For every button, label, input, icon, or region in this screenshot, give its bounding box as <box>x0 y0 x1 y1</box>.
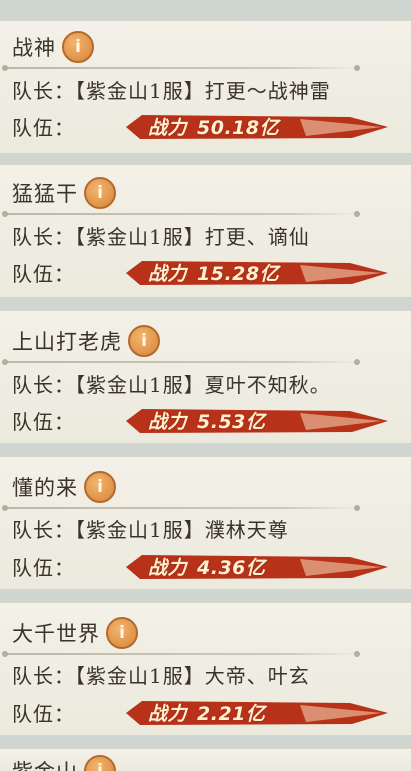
captain-line: 队长：【紫金山1服】濮林天尊 <box>12 514 289 543</box>
captain-name: 【紫金山1服】大帝、叶玄 <box>75 664 310 688</box>
power-bar: 战力 5.53亿 <box>120 405 390 437</box>
team-card[interactable]: 上山打老虎 i 队长：【紫金山1服】夏叶不知秋。 队伍： 战力 5.53亿 <box>0 310 411 443</box>
info-icon[interactable]: i <box>106 617 138 649</box>
power-value-text: 战力 2.21亿 <box>148 699 265 726</box>
divider <box>2 651 360 657</box>
team-card[interactable]: 紫金山 i <box>0 748 411 771</box>
info-icon[interactable]: i <box>62 31 94 63</box>
captain-line: 队长：【紫金山1服】夏叶不知秋。 <box>12 369 331 398</box>
info-icon[interactable]: i <box>128 325 160 357</box>
team-name-row: 猛猛干 i <box>12 175 116 211</box>
team-label: 队伍： <box>12 410 75 434</box>
captain-name: 【紫金山1服】夏叶不知秋。 <box>75 373 331 397</box>
team-label: 队伍： <box>12 556 75 580</box>
captain-name: 【紫金山1服】打更～战神雷 <box>75 79 331 103</box>
team-name-row: 大千世界 i <box>12 615 138 651</box>
team-card[interactable]: 大千世界 i 队长：【紫金山1服】大帝、叶玄 队伍： 战力 2.21亿 <box>0 602 411 735</box>
power-value: 15.28亿 <box>197 263 280 285</box>
power-bar: 战力 50.18亿 <box>120 111 390 143</box>
power-label: 战力 <box>148 117 188 139</box>
team-card[interactable]: 猛猛干 i 队长：【紫金山1服】打更、谪仙 队伍： 战力 15.28亿 <box>0 164 411 297</box>
captain-name: 【紫金山1服】濮林天尊 <box>75 518 289 542</box>
team-label: 队伍： <box>12 116 75 140</box>
divider <box>2 65 360 71</box>
team-label: 队伍： <box>12 702 75 726</box>
power-value: 50.18亿 <box>197 117 280 139</box>
info-icon[interactable]: i <box>84 471 116 503</box>
power-label: 战力 <box>148 263 188 285</box>
team-card[interactable]: 懂的来 i 队长：【紫金山1服】濮林天尊 队伍： 战力 4.36亿 <box>0 456 411 589</box>
team-name: 猛猛干 <box>12 182 78 206</box>
power-bar: 战力 2.21亿 <box>120 697 390 729</box>
captain-label: 队长： <box>12 373 75 397</box>
team-name-row: 上山打老虎 i <box>12 323 160 359</box>
captain-line: 队长：【紫金山1服】打更、谪仙 <box>12 221 310 250</box>
power-value-text: 战力 5.53亿 <box>148 407 265 434</box>
captain-line: 队长：【紫金山1服】大帝、叶玄 <box>12 660 310 689</box>
power-bar: 战力 4.36亿 <box>120 551 390 583</box>
divider <box>2 359 360 365</box>
power-value-text: 战力 15.28亿 <box>148 259 279 286</box>
captain-label: 队长： <box>12 518 75 542</box>
power-label: 战力 <box>148 411 188 433</box>
power-value-text: 战力 50.18亿 <box>148 113 279 140</box>
power-label: 战力 <box>148 703 188 725</box>
info-icon[interactable]: i <box>84 755 116 771</box>
team-name-row: 战神 i <box>12 29 94 65</box>
team-name: 上山打老虎 <box>12 330 122 354</box>
power-value-text: 战力 4.36亿 <box>148 553 265 580</box>
team-name: 紫金山 <box>12 756 78 771</box>
team-label: 队伍： <box>12 262 75 286</box>
team-name: 战神 <box>12 36 56 60</box>
team-card[interactable]: 战神 i 队长：【紫金山1服】打更～战神雷 队伍： 战力 50.18亿 <box>0 20 411 153</box>
captain-name: 【紫金山1服】打更、谪仙 <box>75 225 310 249</box>
top-strip <box>0 0 411 20</box>
power-value: 4.36亿 <box>197 557 266 579</box>
info-icon[interactable]: i <box>84 177 116 209</box>
divider <box>2 211 360 217</box>
power-label: 战力 <box>148 557 188 579</box>
team-name-row: 懂的来 i <box>12 469 116 505</box>
team-name: 懂的来 <box>12 476 78 500</box>
divider <box>2 505 360 511</box>
captain-label: 队长： <box>12 225 75 249</box>
team-name-row: 紫金山 i <box>12 753 116 771</box>
captain-label: 队长： <box>12 79 75 103</box>
power-value: 5.53亿 <box>197 411 266 433</box>
team-name: 大千世界 <box>12 622 100 646</box>
power-value: 2.21亿 <box>197 703 266 725</box>
power-bar: 战力 15.28亿 <box>120 257 390 289</box>
captain-label: 队长： <box>12 664 75 688</box>
captain-line: 队长：【紫金山1服】打更～战神雷 <box>12 75 331 104</box>
